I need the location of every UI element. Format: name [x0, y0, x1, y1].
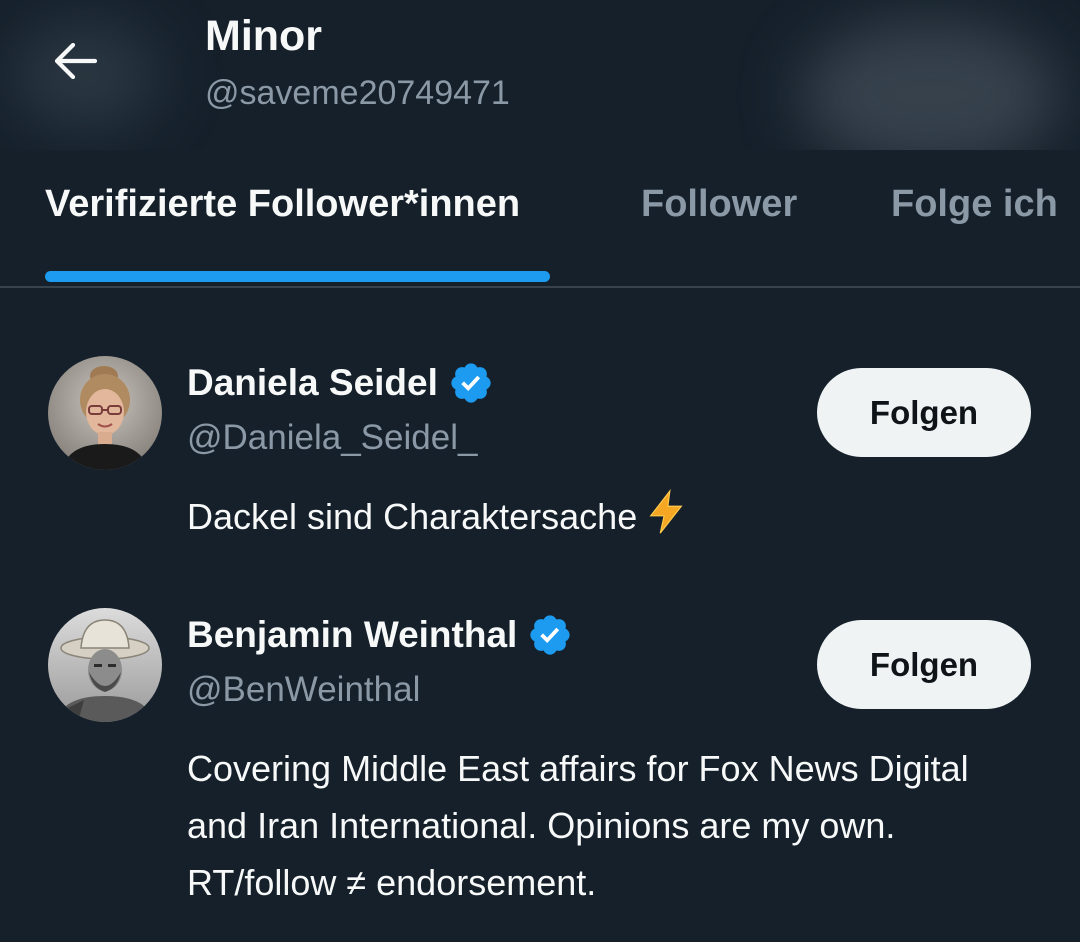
list-item[interactable]: Daniela Seidel @Daniela_Seidel_ Dackel s…	[0, 352, 1080, 552]
user-bio: Covering Middle East affairs for Fox New…	[187, 740, 1007, 911]
follow-button[interactable]: Folgen	[817, 620, 1031, 709]
header-background-blur	[800, 20, 1060, 150]
back-button[interactable]	[48, 34, 102, 88]
arrow-left-icon	[54, 43, 97, 79]
user-name[interactable]: Benjamin Weinthal	[187, 614, 517, 656]
tab-bar: Verifizierte Follower*innen Follower Fol…	[0, 150, 1080, 288]
list-item[interactable]: Benjamin Weinthal @BenWeinthal Covering …	[0, 604, 1080, 914]
tab-followers[interactable]: Follower	[641, 136, 797, 272]
user-bio-text: Covering Middle East affairs for Fox New…	[187, 748, 969, 903]
user-bio: Dackel sind Charaktersache	[187, 488, 1007, 545]
profile-handle: @saveme20749471	[205, 74, 510, 112]
tab-following[interactable]: Folge ich	[891, 136, 1058, 272]
active-tab-indicator	[45, 271, 550, 282]
page-title: Minor	[205, 12, 323, 60]
follow-button[interactable]: Folgen	[817, 368, 1031, 457]
user-name[interactable]: Daniela Seidel	[187, 362, 438, 404]
tab-verified-followers[interactable]: Verifizierte Follower*innen	[45, 136, 520, 272]
user-bio-text: Dackel sind Charaktersache	[187, 496, 638, 537]
avatar[interactable]	[48, 356, 162, 470]
avatar[interactable]	[48, 608, 162, 722]
user-handle: @Daniela_Seidel_	[187, 418, 478, 457]
verified-badge-icon	[451, 363, 491, 403]
profile-header: Minor @saveme20749471	[0, 0, 1080, 150]
verified-badge-icon	[530, 615, 570, 655]
high-voltage-icon	[649, 489, 683, 534]
user-handle: @BenWeinthal	[187, 670, 421, 709]
